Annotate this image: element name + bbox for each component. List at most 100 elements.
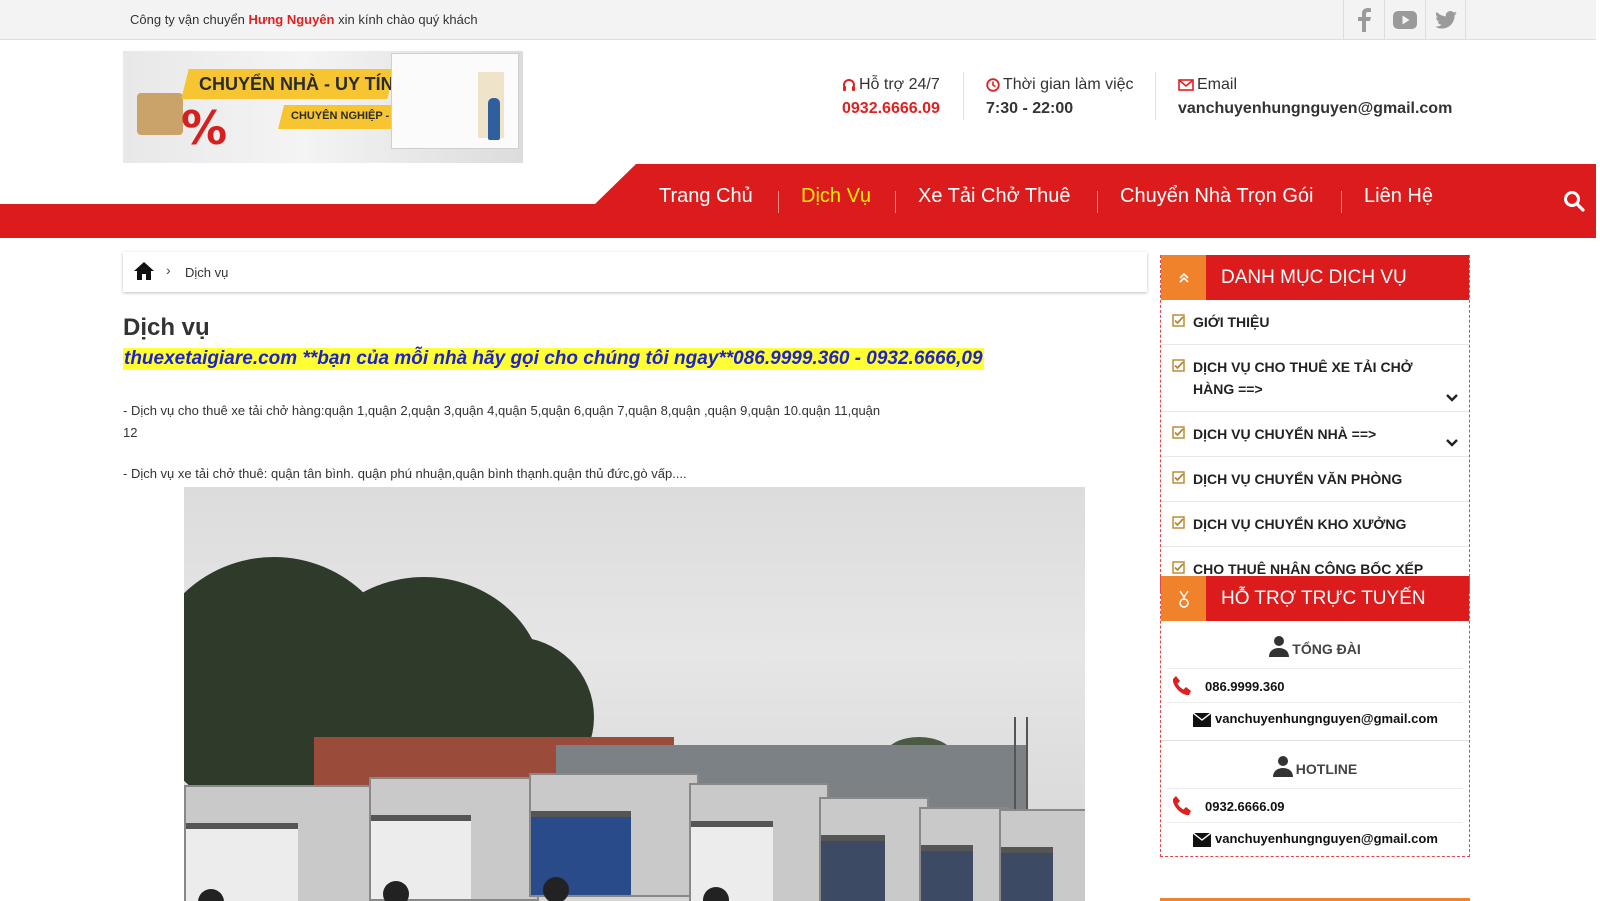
nav-search-button[interactable] bbox=[1563, 190, 1585, 217]
service-item-cho-thue-xe-tai[interactable]: DỊCH VỤ CHO THUÊ XE TẢI CHỞ HÀNG ==> bbox=[1161, 345, 1469, 412]
site-logo[interactable]: % CHUYỂN NHÀ - UY TÍN CHUYÊN NGHIỆP - SI… bbox=[123, 51, 523, 163]
checkbox-icon bbox=[1172, 314, 1185, 327]
support-email-row[interactable]: vanchuyenhungnguyen@gmail.com bbox=[1167, 702, 1463, 736]
service-label: DỊCH VỤ CHUYỂN NHÀ ==> bbox=[1193, 426, 1377, 442]
support-icon bbox=[1178, 590, 1189, 608]
logo-percent: % bbox=[181, 101, 228, 155]
hours-label-text: Thời gian làm việc bbox=[1003, 76, 1134, 93]
service-label: GIỚI THIỆU bbox=[1193, 314, 1270, 330]
logo-worker bbox=[488, 98, 500, 140]
support-role: TỔNG ĐÀI bbox=[1269, 635, 1361, 657]
services-panel-title: DANH MỤC DỊCH VỤ bbox=[1221, 267, 1407, 288]
nav-item-lien-he[interactable]: Liên Hệ bbox=[1364, 185, 1433, 208]
support-email-row[interactable]: vanchuyenhungnguyen@gmail.com bbox=[1167, 822, 1463, 856]
header-divider bbox=[1155, 72, 1156, 120]
nav-divider bbox=[778, 191, 779, 213]
support-role-label: HOTLINE bbox=[1295, 761, 1358, 777]
email-contact: Email vanchuyenhungnguyen@gmail.com bbox=[1178, 76, 1452, 118]
nav-item-xe-tai-cho-thue[interactable]: Xe Tải Chở Thuê bbox=[918, 185, 1070, 208]
services-panel-toggle[interactable] bbox=[1161, 255, 1206, 300]
support-panel-title: HỖ TRỢ TRỰC TUYẾN bbox=[1221, 588, 1426, 609]
service-label: CHO THUÊ NHÂN CÔNG BỐC XẾP bbox=[1193, 561, 1424, 577]
hours-label: Thời gian làm việc bbox=[986, 76, 1134, 94]
headphones-icon bbox=[843, 79, 855, 91]
service-item-chuyen-nha[interactable]: DỊCH VỤ CHUYỂN NHÀ ==> bbox=[1161, 412, 1469, 457]
support-phone-row[interactable]: 0932.6666.09 bbox=[1167, 788, 1463, 822]
email-value[interactable]: vanchuyenhungnguyen@gmail.com bbox=[1178, 100, 1452, 118]
nav-divider bbox=[1341, 191, 1342, 213]
photo-truck-wheel bbox=[383, 881, 409, 901]
breadcrumb-home[interactable] bbox=[133, 261, 155, 286]
email-label: Email bbox=[1178, 76, 1452, 94]
service-item-chuyen-van-phong[interactable]: DỊCH VỤ CHUYỂN VĂN PHÒNG bbox=[1161, 457, 1469, 502]
checkbox-icon bbox=[1172, 516, 1185, 529]
hours-contact: Thời gian làm việc 7:30 - 22:00 bbox=[986, 76, 1134, 118]
checkbox-icon bbox=[1172, 426, 1185, 439]
service-paragraph-2: - Dịch vụ xe tải chở thuê: quận tân bình… bbox=[123, 466, 687, 481]
support-panel-header: HỖ TRỢ TRỰC TUYẾN bbox=[1161, 576, 1469, 621]
support-label-text: Hỗ trợ 24/7 bbox=[859, 76, 940, 93]
support-label: Hỗ trợ 24/7 bbox=[842, 76, 940, 94]
support-email: vanchuyenhungnguyen@gmail.com bbox=[1215, 831, 1438, 846]
envelope-icon bbox=[1193, 713, 1211, 727]
service-label: DỊCH VỤ CHUYỂN KHO XƯỞNG bbox=[1193, 516, 1407, 532]
envelope-icon bbox=[1193, 833, 1211, 847]
twitter-icon bbox=[1434, 11, 1457, 29]
nav-item-chuyen-nha-tron-goi[interactable]: Chuyển Nhà Trọn Gói bbox=[1120, 185, 1313, 208]
service-item-chuyen-kho-xuong[interactable]: DỊCH VỤ CHUYỂN KHO XƯỞNG bbox=[1161, 502, 1469, 547]
support-phone-row[interactable]: 086.9999.360 bbox=[1167, 668, 1463, 702]
support-panel-icon-box bbox=[1161, 576, 1206, 621]
hours-value: 7:30 - 22:00 bbox=[986, 100, 1074, 117]
nav-item-trang-chu[interactable]: Trang Chủ bbox=[659, 185, 753, 208]
envelope-icon bbox=[1178, 79, 1194, 91]
checkbox-icon bbox=[1172, 471, 1185, 484]
logo-truck-image bbox=[391, 53, 519, 149]
double-chevron-up-icon bbox=[1178, 272, 1189, 283]
top-bar: Công ty vận chuyển Hưng Nguyên xin kính … bbox=[0, 0, 1596, 40]
phone-icon bbox=[1172, 676, 1191, 696]
photo-truck-cab bbox=[1001, 847, 1053, 901]
greeting-suffix: xin kính chào quý khách bbox=[338, 12, 478, 27]
nav-item-dich-vu[interactable]: Dịch Vụ bbox=[801, 185, 871, 208]
promo-highlight: thuexetaigiare.com **bạn của mỗi nhà hãy… bbox=[123, 348, 984, 370]
breadcrumb-separator-icon: › bbox=[166, 262, 171, 278]
youtube-icon bbox=[1393, 11, 1417, 29]
facebook-link[interactable] bbox=[1343, 0, 1384, 40]
twitter-link[interactable] bbox=[1425, 0, 1466, 40]
support-role: HOTLINE bbox=[1272, 755, 1358, 777]
service-item-gioi-thieu[interactable]: GIỚI THIỆU bbox=[1161, 300, 1469, 345]
breadcrumb: › Dịch vụ bbox=[123, 252, 1147, 292]
user-icon bbox=[1269, 636, 1290, 657]
support-email: vanchuyenhungnguyen@gmail.com bbox=[1215, 711, 1438, 726]
search-icon bbox=[1564, 191, 1585, 212]
home-icon bbox=[134, 262, 154, 280]
service-label: DỊCH VỤ CHUYỂN VĂN PHÒNG bbox=[1193, 471, 1403, 487]
photo-truck bbox=[689, 783, 829, 901]
email-label-text: Email bbox=[1197, 76, 1238, 93]
logo-line-1: CHUYỂN NHÀ - UY TÍN bbox=[199, 74, 394, 94]
photo-truck bbox=[999, 809, 1085, 901]
phone-icon bbox=[1172, 796, 1191, 816]
photo-truck-cab bbox=[921, 845, 973, 901]
photo-truck bbox=[184, 785, 374, 901]
services-panel: DANH MỤC DỊCH VỤ GIỚI THIỆU DỊCH VỤ CHO … bbox=[1160, 255, 1470, 592]
chevron-down-icon[interactable] bbox=[1445, 393, 1459, 403]
support-phone[interactable]: 0932.6666.09 bbox=[842, 100, 940, 118]
checkbox-icon bbox=[1172, 561, 1185, 574]
header-divider bbox=[963, 72, 964, 120]
photo-truck bbox=[369, 777, 539, 901]
nav-divider bbox=[1097, 191, 1098, 213]
photo-truck-cab bbox=[186, 823, 298, 901]
truck-fleet-photo bbox=[184, 487, 1085, 901]
social-links bbox=[1343, 0, 1466, 40]
support-role-label: TỔNG ĐÀI bbox=[1292, 641, 1361, 657]
facebook-icon bbox=[1358, 8, 1371, 32]
youtube-link[interactable] bbox=[1384, 0, 1425, 40]
service-label: DỊCH VỤ CHO THUÊ XE TẢI CHỞ HÀNG ==> bbox=[1193, 359, 1413, 397]
photo-truck-cab bbox=[821, 835, 885, 901]
user-icon bbox=[1272, 756, 1293, 777]
photo-truck-wheel bbox=[543, 877, 569, 901]
nav-band bbox=[0, 204, 1596, 238]
logo-box-mascot bbox=[137, 93, 183, 135]
chevron-down-icon[interactable] bbox=[1445, 438, 1459, 448]
